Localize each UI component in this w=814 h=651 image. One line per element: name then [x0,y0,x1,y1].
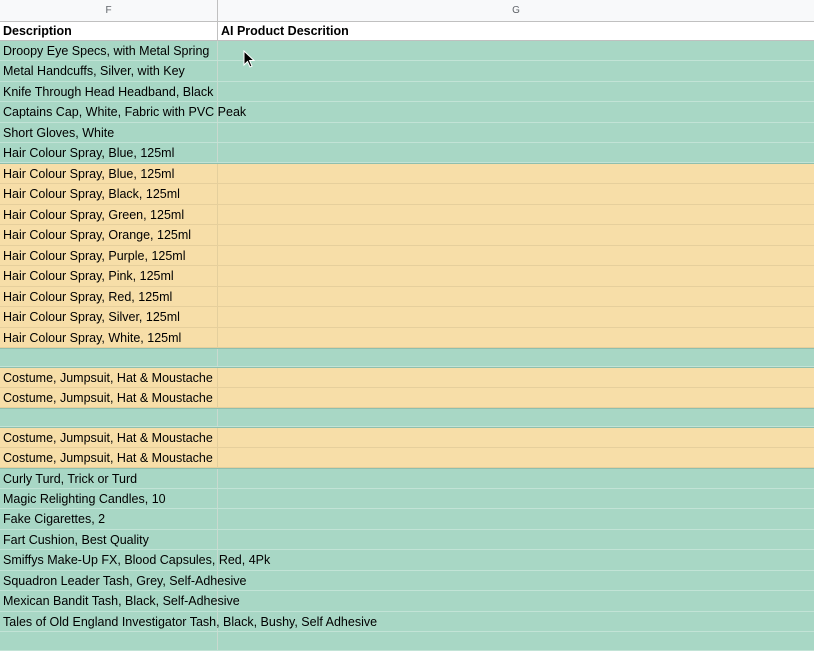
table-row: Squadron Leader Tash, Grey, Self-Adhesiv… [0,571,814,591]
cell-description[interactable]: Metal Handcuffs, Silver, with Key [0,61,218,81]
table-row: Curly Turd, Trick or Turd [0,468,814,489]
table-row: Knife Through Head Headband, Black [0,82,814,102]
cell-description[interactable] [0,349,218,366]
cell-description[interactable]: Hair Colour Spray, Pink, 125ml [0,266,218,286]
cell-ai-description[interactable] [218,287,814,306]
cell-description[interactable]: Hair Colour Spray, Black, 125ml [0,184,218,204]
cell-ai-description[interactable] [218,571,814,590]
table-row: Fart Cushion, Best Quality [0,530,814,550]
table-row: Costume, Jumpsuit, Hat & Moustache [0,448,814,468]
cell-ai-description[interactable] [218,349,814,366]
cell-ai-description[interactable] [218,428,814,447]
table-row: Hair Colour Spray, Blue, 125ml [0,163,814,184]
table-row: Hair Colour Spray, White, 125ml [0,328,814,348]
table-row: Magic Relighting Candles, 10 [0,489,814,509]
cell-ai-description[interactable] [218,41,814,60]
cell-description[interactable]: Smiffys Make-Up FX, Blood Capsules, Red,… [0,550,270,570]
table-row: Metal Handcuffs, Silver, with Key [0,61,814,82]
cell-description[interactable]: Hair Colour Spray, Blue, 125ml [0,143,218,162]
cell-description[interactable]: Costume, Jumpsuit, Hat & Moustache [0,448,218,467]
cell-description[interactable]: Droopy Eye Specs, with Metal Spring [0,41,218,60]
table-row: Hair Colour Spray, Red, 125ml [0,287,814,307]
cell-ai-description[interactable] [218,123,814,142]
cell-ai-description[interactable] [218,61,814,81]
cell-ai-description[interactable] [218,225,814,245]
cell-description[interactable] [0,409,218,426]
cell-ai-description[interactable] [218,184,814,204]
cell-ai-description[interactable] [218,246,814,265]
cell-description[interactable] [0,632,218,650]
table-row: Short Gloves, White [0,123,814,143]
cell-description[interactable]: Fart Cushion, Best Quality [0,530,218,549]
cell-description[interactable]: Hair Colour Spray, White, 125ml [0,328,218,347]
table-row [0,408,814,427]
table-row [0,348,814,367]
table-row: Fake Cigarettes, 2 [0,509,814,530]
cell-ai-description[interactable] [218,489,814,508]
cell-description[interactable]: Captains Cap, White, Fabric with PVC Pea… [0,102,246,122]
table-row: Hair Colour Spray, Pink, 125ml [0,266,814,287]
cell-ai-description[interactable] [218,448,814,467]
table-row: Hair Colour Spray, Green, 125ml [0,205,814,225]
cell-description[interactable]: Hair Colour Spray, Green, 125ml [0,205,218,224]
table-row: Hair Colour Spray, Black, 125ml [0,184,814,205]
cell-ai-description[interactable] [218,612,814,631]
cell-ai-description-header[interactable]: AI Product Descrition [218,22,814,40]
cell-description[interactable]: Magic Relighting Candles, 10 [0,489,218,508]
table-row: Hair Colour Spray, Blue, 125ml [0,143,814,163]
table-row: Costume, Jumpsuit, Hat & Moustache [0,388,814,408]
cell-description-header[interactable]: Description [0,22,218,40]
cell-description[interactable]: Knife Through Head Headband, Black [0,82,218,101]
mouse-pointer-icon [243,50,255,68]
table-row: Costume, Jumpsuit, Hat & Moustache [0,367,814,388]
cell-ai-description[interactable] [218,530,814,549]
table-row: Costume, Jumpsuit, Hat & Moustache [0,427,814,448]
cell-description[interactable]: Fake Cigarettes, 2 [0,509,218,529]
cell-ai-description[interactable] [218,102,814,122]
table-row: Smiffys Make-Up FX, Blood Capsules, Red,… [0,550,814,571]
cell-ai-description[interactable] [218,205,814,224]
cell-description[interactable]: Costume, Jumpsuit, Hat & Moustache [0,368,218,387]
cell-description[interactable]: Mexican Bandit Tash, Black, Self-Adhesiv… [0,591,240,611]
table-row: Mexican Bandit Tash, Black, Self-Adhesiv… [0,591,814,612]
cell-ai-description[interactable] [218,328,814,347]
cell-description[interactable]: Hair Colour Spray, Blue, 125ml [0,164,218,183]
cell-description[interactable]: Costume, Jumpsuit, Hat & Moustache [0,428,218,447]
table-row: Tales of Old England Investigator Tash, … [0,612,814,632]
cell-ai-description[interactable] [218,143,814,162]
cell-description[interactable]: Squadron Leader Tash, Grey, Self-Adhesiv… [0,571,246,590]
cell-ai-description[interactable] [218,509,814,529]
cell-description[interactable]: Hair Colour Spray, Silver, 125ml [0,307,218,327]
cell-ai-description[interactable] [218,82,814,101]
cell-ai-description[interactable] [218,469,814,488]
column-header-bar: F G [0,0,814,22]
cell-ai-description[interactable] [218,266,814,286]
cell-ai-description[interactable] [218,550,814,570]
column-header-f[interactable]: F [0,0,218,21]
cell-description[interactable]: Hair Colour Spray, Orange, 125ml [0,225,218,245]
cell-ai-description[interactable] [218,632,814,650]
cell-description[interactable]: Short Gloves, White [0,123,218,142]
cell-ai-description[interactable] [218,591,814,611]
table-row: Droopy Eye Specs, with Metal Spring [0,41,814,61]
cell-ai-description[interactable] [218,164,814,183]
table-row [0,632,814,651]
cell-ai-description[interactable] [218,307,814,327]
cell-description[interactable]: Hair Colour Spray, Purple, 125ml [0,246,218,265]
cell-ai-description[interactable] [218,388,814,407]
table-row: Hair Colour Spray, Silver, 125ml [0,307,814,328]
cell-ai-description[interactable] [218,368,814,387]
table-row: Captains Cap, White, Fabric with PVC Pea… [0,102,814,123]
table-row: Hair Colour Spray, Purple, 125ml [0,246,814,266]
cell-description[interactable]: Tales of Old England Investigator Tash, … [0,612,377,631]
column-header-g[interactable]: G [218,0,814,21]
cell-description[interactable]: Hair Colour Spray, Red, 125ml [0,287,218,306]
header-row: Description AI Product Descrition [0,22,814,41]
table-row: Hair Colour Spray, Orange, 125ml [0,225,814,246]
cell-ai-description[interactable] [218,409,814,426]
cell-description[interactable]: Curly Turd, Trick or Turd [0,469,218,488]
cell-description[interactable]: Costume, Jumpsuit, Hat & Moustache [0,388,218,407]
spreadsheet-grid: Description AI Product Descrition Droopy… [0,22,814,651]
